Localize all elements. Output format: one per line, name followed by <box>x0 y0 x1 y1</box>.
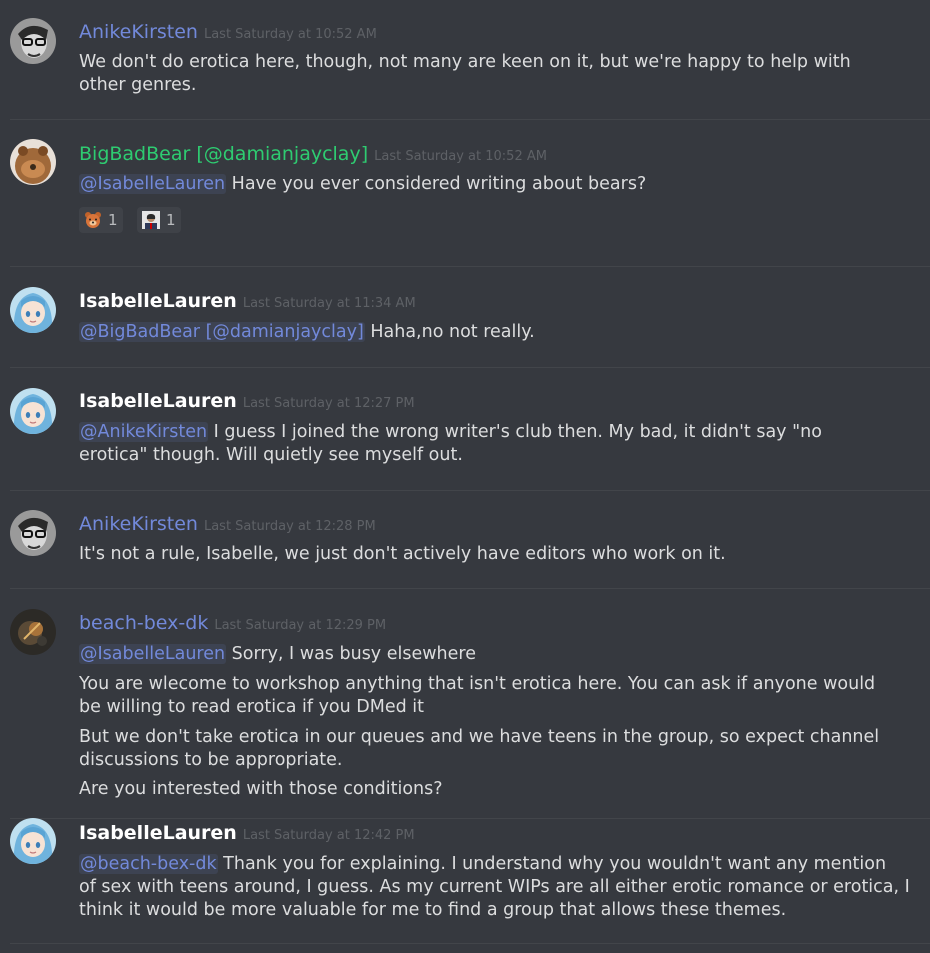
message-header: IsabelleLauren Last Saturday at 11:34 AM <box>79 290 416 312</box>
timestamp: Last Saturday at 11:34 AM <box>242 296 416 311</box>
message-text: @IsabelleLauren Have you ever considered… <box>79 173 910 196</box>
avatar-isabelle-icon <box>10 287 56 333</box>
avatar-bear-icon <box>10 139 56 185</box>
message-divider <box>10 588 930 589</box>
message-header: IsabelleLauren Last Saturday at 12:42 PM <box>79 822 415 844</box>
author-name[interactable]: IsabelleLauren <box>79 290 237 312</box>
author-name[interactable]: AnikeKirsten <box>79 513 198 535</box>
message-text: We don't do erotica here, though, not ma… <box>79 52 851 72</box>
message-text: Are you interested with those conditions… <box>79 779 443 799</box>
message-text-body: Sorry, I was busy elsewhere <box>226 644 476 664</box>
message-header: AnikeKirsten Last Saturday at 10:52 AM <box>79 21 377 43</box>
message-text: erotica" though. Will quietly see myself… <box>79 445 463 465</box>
reaction-count: 1 <box>108 211 118 229</box>
message-text: @BigBadBear [@damianjayclay] Haha,no not… <box>79 321 910 344</box>
message-header: BigBadBear [@damianjayclay] Last Saturday… <box>79 143 547 165</box>
message-text: @beach-bex-dk Thank you for explaining. … <box>79 853 910 876</box>
message-header: beach-bex-dk Last Saturday at 12:29 PM <box>79 612 386 634</box>
user-mention[interactable]: @IsabelleLauren <box>79 174 227 194</box>
message-text: other genres. <box>79 75 197 95</box>
message-text: @IsabelleLauren Sorry, I was busy elsewh… <box>79 643 910 666</box>
message-text: It's not a rule, Isabelle, we just don't… <box>79 544 726 564</box>
timestamp: Last Saturday at 10:52 AM <box>203 27 377 42</box>
user-mention[interactable]: @IsabelleLauren <box>79 644 227 664</box>
message-text: But we don't take erotica in our queues … <box>79 727 880 747</box>
message-text-body: Haha,no not really. <box>364 322 535 342</box>
message-divider <box>10 119 930 120</box>
avatar-isabelle-icon <box>10 388 56 434</box>
message-text: of sex with teens around, I guess. As my… <box>79 877 910 897</box>
message-divider <box>10 818 930 819</box>
avatar[interactable] <box>10 287 56 333</box>
message-divider <box>10 943 930 944</box>
timestamp: Last Saturday at 12:29 PM <box>214 618 387 633</box>
author-name[interactable]: BigBadBear [@damianjayclay] <box>79 143 368 165</box>
bear-emoji-icon <box>84 211 102 229</box>
author-name[interactable]: beach-bex-dk <box>79 612 208 634</box>
avatar-anike-icon <box>10 510 56 556</box>
avatar[interactable] <box>10 609 56 655</box>
timestamp: Last Saturday at 12:27 PM <box>242 396 415 411</box>
avatar-isabelle-icon <box>10 818 56 864</box>
author-name[interactable]: AnikeKirsten <box>79 21 198 43</box>
user-mention[interactable]: @beach-bex-dk <box>79 854 218 874</box>
timestamp: Last Saturday at 10:52 AM <box>374 149 547 164</box>
timestamp: Last Saturday at 12:42 PM <box>242 828 415 843</box>
message-text-body: I guess I joined the wrong writer's club… <box>208 422 822 442</box>
reaction-person[interactable]: 1 <box>137 207 181 233</box>
user-mention[interactable]: @BigBadBear [@damianjayclay] <box>79 322 365 342</box>
message-divider <box>10 266 930 267</box>
person-emoji-icon <box>142 211 160 229</box>
message-text: discussions to be appropriate. <box>79 750 343 770</box>
avatar[interactable] <box>10 388 56 434</box>
message-text: think it would be more valuable for me t… <box>79 900 787 920</box>
avatar-beach-bex-icon <box>10 609 56 655</box>
message-header: IsabelleLauren Last Saturday at 12:27 PM <box>79 390 415 412</box>
author-name[interactable]: IsabelleLauren <box>79 822 237 844</box>
user-mention[interactable]: @AnikeKirsten <box>79 422 209 442</box>
message-text-body: Have you ever considered writing about b… <box>226 174 647 194</box>
avatar[interactable] <box>10 139 56 185</box>
message-text: You are wlecome to workshop anything tha… <box>79 674 876 694</box>
avatar[interactable] <box>10 818 56 864</box>
message-text: @AnikeKirsten I guess I joined the wrong… <box>79 421 910 444</box>
author-name[interactable]: IsabelleLauren <box>79 390 237 412</box>
message-text-body: Thank you for explaining. I understand w… <box>217 854 887 874</box>
message-divider <box>10 490 930 491</box>
reaction-bear[interactable]: 1 <box>79 207 123 233</box>
message-text: be willing to read erotica if you DMed i… <box>79 697 425 717</box>
avatar[interactable] <box>10 18 56 64</box>
avatar[interactable] <box>10 510 56 556</box>
message-header: AnikeKirsten Last Saturday at 12:28 PM <box>79 513 376 535</box>
timestamp: Last Saturday at 12:28 PM <box>203 519 376 534</box>
reaction-count: 1 <box>166 211 176 229</box>
message-divider <box>10 367 930 368</box>
avatar-anike-icon <box>10 18 56 64</box>
chat-messages: AnikeKirsten Last Saturday at 10:52 AM We… <box>0 0 930 953</box>
